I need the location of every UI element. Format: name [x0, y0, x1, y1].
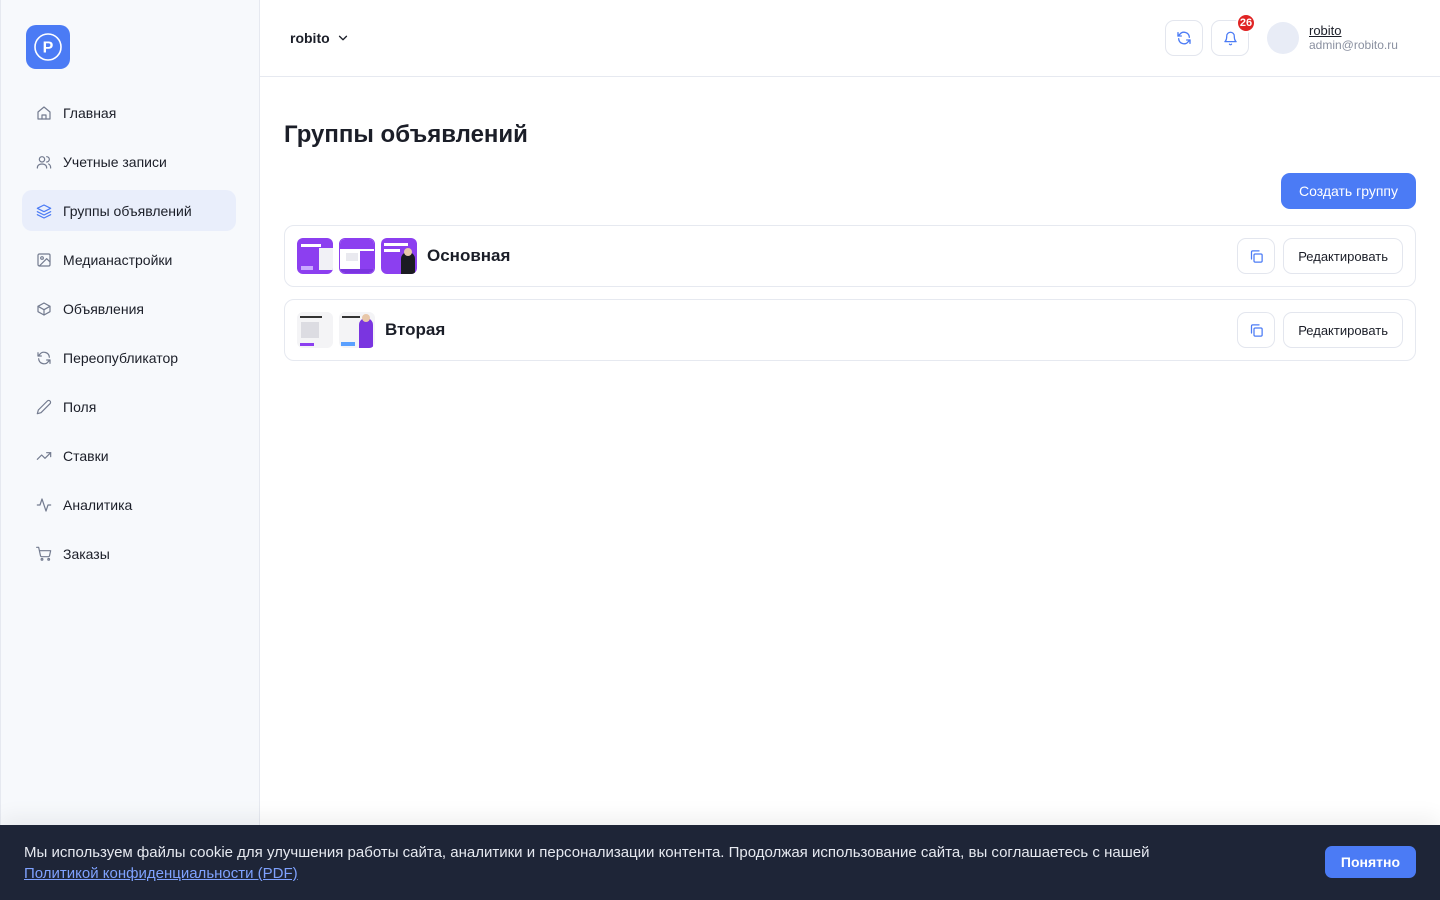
- box-icon: [35, 300, 53, 318]
- group-thumbnail: [297, 238, 333, 274]
- edit-group-button[interactable]: Редактировать: [1283, 238, 1403, 274]
- sidebar-item-accounts[interactable]: Учетные записи: [22, 141, 236, 182]
- top-header: robito 26 robito admin@robito.ru: [260, 0, 1440, 77]
- edit-group-button[interactable]: Редактировать: [1283, 312, 1403, 348]
- sidebar-item-orders[interactable]: Заказы: [22, 533, 236, 574]
- workspace-name: robito: [290, 30, 330, 46]
- copy-icon: [1250, 249, 1263, 263]
- sidebar-item-republisher[interactable]: Переопубликатор: [22, 337, 236, 378]
- sidebar-item-label: Медианастройки: [63, 251, 173, 268]
- copy-group-button[interactable]: [1237, 238, 1275, 274]
- copy-group-button[interactable]: [1237, 312, 1275, 348]
- user-name[interactable]: robito: [1309, 24, 1398, 38]
- user-info[interactable]: robito admin@robito.ru: [1309, 24, 1398, 53]
- svg-text:P: P: [43, 40, 54, 57]
- user-email: admin@robito.ru: [1309, 38, 1398, 52]
- layers-icon: [35, 202, 53, 220]
- cookie-accept-button[interactable]: Понятно: [1324, 846, 1416, 878]
- sidebar-nav: Главная Учетные записи Группы объявлений…: [22, 92, 236, 582]
- refresh-icon: [1177, 31, 1191, 45]
- group-row[interactable]: Вторая Редактировать: [284, 299, 1416, 361]
- sidebar: P Главная Учетные записи Группы объявлен…: [0, 0, 260, 900]
- cookie-message: Мы используем файлы cookie для улучшения…: [24, 844, 1150, 861]
- app-logo[interactable]: P: [26, 25, 70, 69]
- sidebar-item-ads[interactable]: Объявления: [22, 288, 236, 329]
- avatar[interactable]: [1267, 22, 1299, 54]
- image-icon: [35, 251, 53, 269]
- chevron-down-icon: [338, 35, 347, 41]
- sidebar-item-label: Учетные записи: [63, 153, 167, 170]
- logo-icon: P: [34, 33, 62, 61]
- sidebar-item-home[interactable]: Главная: [22, 92, 236, 133]
- home-icon: [35, 104, 53, 122]
- pencil-icon: [35, 398, 53, 416]
- group-thumbnail: [297, 312, 333, 348]
- cookie-banner: Мы используем файлы cookie для улучшения…: [0, 825, 1440, 900]
- activity-icon: [35, 496, 53, 514]
- group-row[interactable]: Основная Редактировать: [284, 225, 1416, 287]
- refresh-button[interactable]: [1165, 20, 1203, 56]
- create-group-button[interactable]: Создать группу: [1281, 173, 1416, 209]
- group-name: Вторая: [385, 320, 446, 339]
- sidebar-item-media-settings[interactable]: Медианастройки: [22, 239, 236, 280]
- workspace-selector[interactable]: robito: [290, 30, 350, 46]
- sidebar-item-ad-groups[interactable]: Группы объявлений: [22, 190, 236, 231]
- notifications-button[interactable]: 26: [1211, 13, 1256, 56]
- sidebar-item-label: Группы объявлений: [63, 202, 192, 219]
- sidebar-item-label: Ставки: [63, 447, 109, 464]
- cart-icon: [35, 545, 53, 563]
- sidebar-item-fields[interactable]: Поля: [22, 386, 236, 427]
- cookie-text: Мы используем файлы cookie для улучшения…: [24, 842, 1214, 884]
- group-thumbnail: [339, 312, 375, 348]
- sidebar-item-label: Аналитика: [63, 496, 133, 513]
- group-thumbnail: [381, 238, 417, 274]
- bell-icon: [1223, 31, 1237, 45]
- sidebar-item-label: Поля: [63, 398, 97, 415]
- group-thumbnail: [339, 238, 375, 274]
- copy-icon: [1250, 323, 1263, 337]
- sidebar-item-label: Главная: [63, 104, 117, 121]
- page-title: Группы объявлений: [284, 121, 528, 148]
- sidebar-item-analytics[interactable]: Аналитика: [22, 484, 236, 525]
- group-name: Основная: [427, 246, 511, 265]
- sidebar-item-bids[interactable]: Ставки: [22, 435, 236, 476]
- sidebar-item-label: Переопубликатор: [63, 349, 179, 366]
- users-icon: [35, 153, 53, 171]
- refresh-icon: [35, 349, 53, 367]
- sidebar-item-label: Объявления: [63, 300, 144, 317]
- privacy-policy-link[interactable]: Политикой конфиденциальности (PDF): [24, 865, 298, 882]
- notification-badge: 26: [1236, 13, 1256, 33]
- sidebar-item-label: Заказы: [63, 545, 110, 562]
- trending-up-icon: [35, 447, 53, 465]
